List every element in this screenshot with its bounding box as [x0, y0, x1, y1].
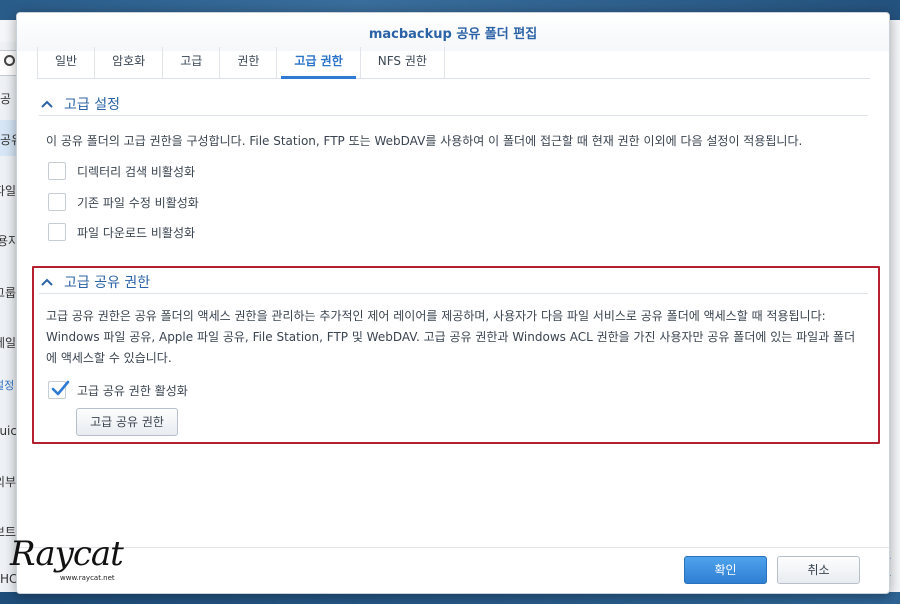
checkbox[interactable] [48, 223, 66, 241]
checkbox[interactable] [48, 162, 66, 180]
background-sidebar-fragment: 공 [0, 92, 12, 106]
checkmark-icon [51, 380, 70, 396]
advanced-share-permissions-header[interactable]: 고급 공유 권한 [39, 270, 868, 294]
tab-permissions[interactable]: 권한 [219, 47, 276, 78]
advanced-settings-header[interactable]: 고급 설정 [39, 92, 868, 116]
dialog-title: macbackup 공유 폴더 편집 [368, 27, 538, 42]
option-disable-file-download[interactable]: 파일 다운로드 비활성화 [48, 223, 195, 241]
raycat-watermark: Raycat www.raycat.net [6, 530, 124, 590]
tab-general[interactable]: 일반 [37, 47, 94, 78]
tab-advanced-permissions[interactable]: 고급 권한 [276, 47, 359, 79]
checkbox-label: 디렉터리 검색 비활성화 [77, 164, 196, 179]
option-disable-file-modification[interactable]: 기존 파일 수정 비활성화 [48, 193, 199, 211]
checkbox-label: 파일 다운로드 비활성화 [77, 225, 196, 240]
advanced-share-permissions-title: 고급 공유 권한 [64, 274, 151, 291]
footer-divider [17, 547, 889, 548]
advanced-share-permissions-description-line: Windows 파일 공유, Apple 파일 공유, File Station… [46, 330, 856, 344]
search-icon [4, 55, 15, 66]
background-sidebar-fragment: 설정 [0, 379, 15, 392]
option-disable-directory-browsing[interactable]: 디렉터리 검색 비활성화 [48, 162, 195, 180]
dialog-header[interactable]: macbackup 공유 폴더 편집 [17, 13, 889, 51]
edit-shared-folder-dialog: macbackup 공유 폴더 편집 일반 암호화 고급 권한 고급 권한 NF… [16, 12, 890, 594]
advanced-settings-title: 고급 설정 [64, 96, 120, 113]
chevron-up-icon[interactable] [39, 96, 55, 112]
background-sidebar-fragment: 파일 [0, 184, 17, 198]
advanced-settings-description: 이 공유 폴더의 고급 권한을 구성합니다. File Station, FTP… [46, 134, 803, 148]
background-sidebar-fragment: 그룹 [0, 286, 17, 300]
cancel-button[interactable]: 취소 [777, 556, 860, 584]
tab-bar: 일반 암호화 고급 권한 고급 권한 NFS 권한 [37, 47, 870, 79]
option-enable-advanced-share-permissions[interactable]: 고급 공유 권한 활성화 [48, 380, 188, 399]
tab-advanced[interactable]: 고급 [162, 47, 219, 78]
checkbox[interactable] [48, 193, 66, 211]
ok-button[interactable]: 확인 [684, 556, 767, 584]
advanced-share-permissions-description-line: 에 액세스할 수 있습니다. [46, 351, 172, 365]
checkbox-label: 기존 파일 수정 비활성화 [77, 195, 199, 210]
advanced-share-permissions-description-line: 고급 공유 권한은 공유 폴더의 액세스 권한을 관리하는 추가적인 제어 레이… [46, 309, 826, 323]
checkbox-checked[interactable] [48, 380, 70, 399]
watermark-url: www.raycat.net [60, 574, 115, 582]
advanced-share-permissions-button[interactable]: 고급 공유 권한 [76, 408, 178, 436]
tab-encryption[interactable]: 암호화 [94, 47, 162, 78]
chevron-up-icon[interactable] [39, 274, 55, 290]
watermark-logo: Raycat [10, 534, 124, 574]
tab-nfs-permissions[interactable]: NFS 권한 [359, 47, 445, 78]
background-sidebar-fragment: 외부 [0, 475, 17, 489]
background-sidebar-fragment: 메일 [0, 336, 17, 350]
checkbox-label: 고급 공유 권한 활성화 [77, 383, 188, 398]
